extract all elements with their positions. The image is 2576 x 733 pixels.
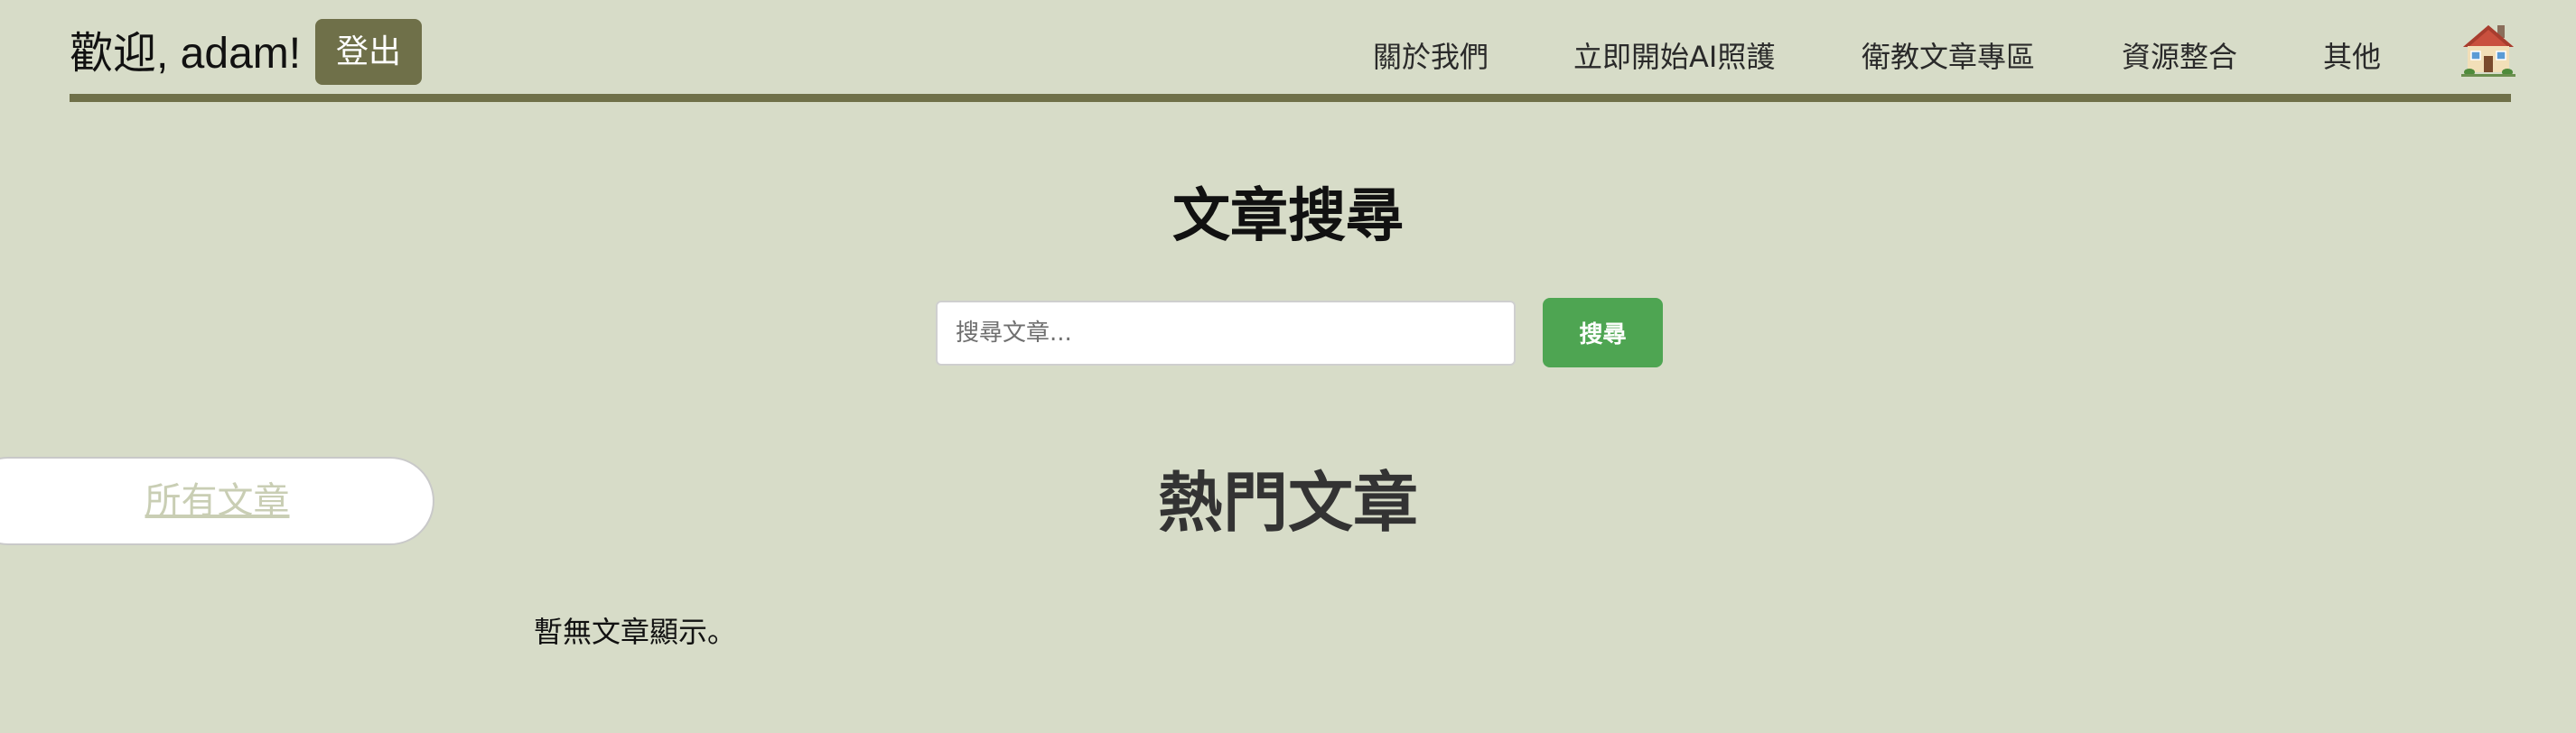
header: 歡迎, adam! 登出 關於我們 立即開始AI照護 衛教文章專區 資源整合 其… <box>70 0 2515 94</box>
popular-articles-title: 熱門文章 <box>1157 465 1418 541</box>
nav-resources[interactable]: 資源整合 <box>2122 36 2237 78</box>
main-nav: 關於我們 立即開始AI照護 衛教文章專區 資源整合 其他 <box>70 36 2511 81</box>
search-input[interactable] <box>936 301 1516 366</box>
house-icon[interactable] <box>2461 22 2515 78</box>
nav-other[interactable]: 其他 <box>2323 36 2381 78</box>
search-title: 文章搜尋 <box>1172 183 1404 250</box>
empty-articles-message: 暫無文章顯示。 <box>534 615 737 649</box>
nav-start-ai-care[interactable]: 立即開始AI照護 <box>1573 36 1775 78</box>
nav-about-us[interactable]: 關於我們 <box>1373 36 1489 78</box>
page: 歡迎, adam! 登出 關於我們 立即開始AI照護 衛教文章專區 資源整合 其… <box>0 0 2576 733</box>
house-icon-graphic <box>2461 25 2515 77</box>
search-button[interactable]: 搜尋 <box>1543 298 1663 367</box>
nav-health-articles[interactable]: 衛教文章專區 <box>1862 36 2035 78</box>
header-divider <box>70 94 2511 102</box>
